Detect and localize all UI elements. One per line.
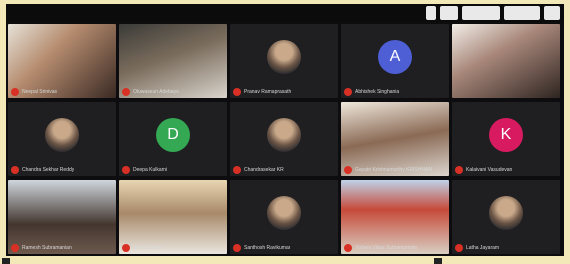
participant-name: Kalaivani Vasudevan — [466, 167, 513, 173]
mic-muted-icon — [122, 166, 130, 174]
mic-muted-icon — [11, 88, 19, 96]
mic-muted-icon — [122, 244, 130, 252]
participant-name: Santhosh Ravikumar — [244, 245, 291, 251]
participant-tile[interactable]: D Deepa Kulkarni — [119, 102, 227, 176]
participant-video — [8, 24, 116, 98]
avatar — [267, 196, 301, 230]
avatar: A — [378, 40, 412, 74]
participant-tile[interactable] — [452, 24, 560, 98]
participant-video — [452, 24, 560, 98]
participant-tile[interactable]: A Abhishek Singhania — [341, 24, 449, 98]
avatar — [267, 40, 301, 74]
participant-tile[interactable]: Vishwa Vikas Subramaniam — [341, 180, 449, 254]
mic-muted-icon — [344, 244, 352, 252]
meeting-info-badge[interactable] — [462, 6, 500, 20]
participant-name: Chandra Sekhar Reddy — [22, 167, 75, 173]
crop-mark-left — [2, 258, 10, 264]
mic-muted-icon — [344, 166, 352, 174]
participant-tile[interactable]: K Kalaivani Vasudevan — [452, 102, 560, 176]
participant-name: Deepa Kulkarni — [133, 167, 168, 173]
view-icon[interactable] — [426, 6, 436, 20]
participant-name: Gayatri Krishnamurthy KRISHNAN — [355, 167, 432, 173]
participant-video — [341, 180, 449, 254]
participant-name: Oluwaseun Adebayo — [133, 89, 179, 95]
participant-tile[interactable]: Gayatri Krishnamurthy KRISHNAN — [341, 102, 449, 176]
participant-name: Vishwa Vikas Subramaniam — [355, 245, 418, 251]
participants-badge[interactable] — [504, 6, 540, 20]
participant-video — [8, 180, 116, 254]
avatar — [489, 196, 523, 230]
participant-name: Neepal Srinivas — [22, 89, 58, 95]
mic-muted-icon — [11, 244, 19, 252]
participant-name: Pranav Ramaprasath — [244, 89, 292, 95]
participant-name: Ramesh Subramanian — [22, 245, 72, 251]
participant-tile[interactable]: Chandrasekar KR — [230, 102, 338, 176]
mic-muted-icon — [11, 166, 19, 174]
participant-tile[interactable]: Neepal Srinivas — [8, 24, 116, 98]
participant-tile[interactable]: Ravi Shankar — [119, 180, 227, 254]
participant-tile[interactable]: Ramesh Subramanian — [8, 180, 116, 254]
participant-video — [119, 180, 227, 254]
participant-name: Chandrasekar KR — [244, 167, 284, 173]
crop-mark-right — [434, 258, 442, 264]
meeting-window: Neepal Srinivas Oluwaseun Adebayo Pranav R… — [6, 4, 564, 256]
avatar: D — [156, 118, 190, 152]
mic-muted-icon — [455, 166, 463, 174]
settings-icon[interactable] — [544, 6, 560, 20]
mic-muted-icon — [122, 88, 130, 96]
mic-muted-icon — [233, 88, 241, 96]
participant-name: Abhishek Singhania — [355, 89, 400, 95]
participant-tile[interactable]: Chandra Sekhar Reddy — [8, 102, 116, 176]
mic-muted-icon — [233, 166, 241, 174]
avatar — [267, 118, 301, 152]
participant-video — [341, 102, 449, 176]
participant-tile[interactable]: Oluwaseun Adebayo — [119, 24, 227, 98]
participant-grid: Neepal Srinivas Oluwaseun Adebayo Pranav R… — [8, 24, 562, 254]
participant-video — [119, 24, 227, 98]
participant-name: Latha Jayaram — [466, 245, 500, 251]
mic-muted-icon — [233, 244, 241, 252]
avatar — [45, 118, 79, 152]
top-bar — [6, 4, 564, 22]
participant-tile[interactable]: Pranav Ramaprasath — [230, 24, 338, 98]
mic-muted-icon — [344, 88, 352, 96]
participant-tile[interactable]: Santhosh Ravikumar — [230, 180, 338, 254]
mic-muted-icon — [455, 244, 463, 252]
participant-name: Ravi Shankar — [133, 245, 164, 251]
layout-icon[interactable] — [440, 6, 458, 20]
avatar: K — [489, 118, 523, 152]
participant-tile[interactable]: Latha Jayaram — [452, 180, 560, 254]
